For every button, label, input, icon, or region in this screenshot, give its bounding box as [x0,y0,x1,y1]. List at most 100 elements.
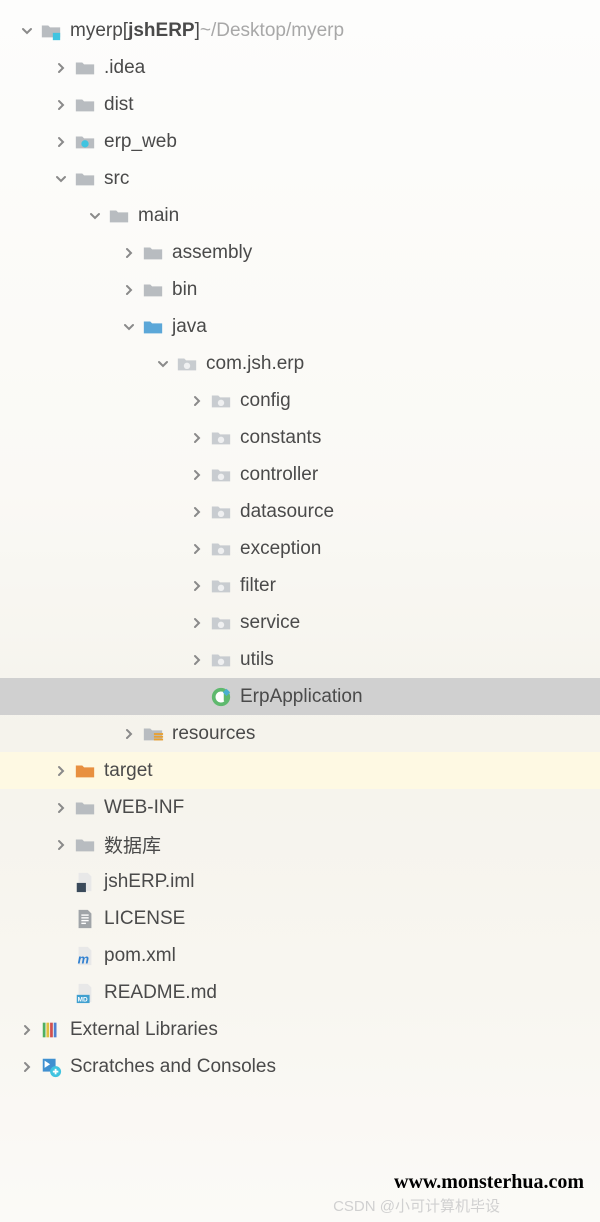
chevron-right-icon[interactable] [186,506,208,518]
tree-item-label: exception [240,538,321,560]
watermark-main: www.monsterhua.com [394,1171,584,1194]
tree-row[interactable]: WEB-INF [0,789,600,826]
svg-text:m: m [78,951,89,966]
tree-item-label: pom.xml [104,945,176,967]
tree-item-label: controller [240,464,318,486]
text-file-icon [72,908,98,930]
chevron-right-icon[interactable] [16,1061,38,1073]
iml-file-icon [72,871,98,893]
libraries-icon [38,1019,64,1041]
root-module-bracket: [jshERP] [123,20,200,42]
chevron-right-icon[interactable] [16,1024,38,1036]
chevron-right-icon[interactable] [50,839,72,851]
tree-row[interactable]: m pom.xml [0,937,600,974]
tree-row[interactable]: myerp [jshERP] ~/Desktop/myerp [0,12,600,49]
project-tree: myerp [jshERP] ~/Desktop/myerp.idea dist e… [0,0,600,1085]
tree-row[interactable]: MDREADME.md [0,974,600,1011]
tree-row[interactable]: 数据库 [0,826,600,863]
chevron-down-icon[interactable] [50,173,72,185]
tree-item-label: filter [240,575,276,597]
tree-row[interactable]: service [0,604,600,641]
tree-row[interactable]: target [0,752,600,789]
package-icon [208,538,234,560]
tree-row[interactable]: External Libraries [0,1011,600,1048]
package-icon [174,353,200,375]
package-icon [208,649,234,671]
folder-icon [72,57,98,79]
java-class-icon [208,686,234,708]
folder-source-icon [140,316,166,338]
chevron-right-icon[interactable] [118,284,140,296]
tree-row[interactable]: config [0,382,600,419]
tree-row[interactable]: ErpApplication [0,678,600,715]
tree-row[interactable]: erp_web [0,123,600,160]
chevron-right-icon[interactable] [186,432,208,444]
chevron-down-icon[interactable] [152,358,174,370]
tree-row[interactable]: filter [0,567,600,604]
tree-item-label: constants [240,427,321,449]
tree-item-label: LICENSE [104,908,185,930]
chevron-right-icon[interactable] [186,580,208,592]
tree-item-label: WEB-INF [104,797,184,819]
chevron-right-icon[interactable] [50,99,72,111]
tree-item-label: datasource [240,501,334,523]
tree-item-label: dist [104,94,134,116]
chevron-right-icon[interactable] [50,62,72,74]
chevron-right-icon[interactable] [118,247,140,259]
chevron-right-icon[interactable] [186,654,208,666]
tree-row[interactable]: main [0,197,600,234]
tree-row[interactable]: dist [0,86,600,123]
tree-row[interactable]: jshERP.iml [0,863,600,900]
package-icon [208,575,234,597]
chevron-right-icon[interactable] [186,543,208,555]
chevron-right-icon[interactable] [50,136,72,148]
package-icon [208,501,234,523]
package-icon [208,464,234,486]
tree-row[interactable]: datasource [0,493,600,530]
tree-row[interactable]: LICENSE [0,900,600,937]
tree-row[interactable]: assembly [0,234,600,271]
folder-icon [72,834,98,856]
tree-item-label: target [104,760,153,782]
folder-icon [72,168,98,190]
chevron-right-icon[interactable] [186,395,208,407]
chevron-right-icon[interactable] [50,802,72,814]
maven-file-icon: m [72,945,98,967]
folder-icon [106,205,132,227]
tree-row[interactable]: constants [0,419,600,456]
tree-item-label: jshERP.iml [104,871,194,893]
folder-icon [140,242,166,264]
chevron-right-icon[interactable] [118,728,140,740]
chevron-down-icon[interactable] [16,25,38,37]
tree-row[interactable]: .idea [0,49,600,86]
tree-row[interactable]: java [0,308,600,345]
root-project-name: myerp [70,20,123,42]
folder-icon [72,797,98,819]
tree-row[interactable]: exception [0,530,600,567]
tree-row[interactable]: resources [0,715,600,752]
chevron-right-icon[interactable] [186,617,208,629]
folder-icon [72,94,98,116]
tree-row[interactable]: com.jsh.erp [0,345,600,382]
tree-row[interactable]: src [0,160,600,197]
tree-row[interactable]: utils [0,641,600,678]
tree-item-label: Scratches and Consoles [70,1056,276,1078]
tree-item-label: 数据库 [104,831,161,858]
chevron-right-icon[interactable] [186,469,208,481]
tree-item-label: com.jsh.erp [206,353,304,375]
chevron-right-icon[interactable] [50,765,72,777]
tree-item-label: assembly [172,242,252,264]
package-icon [208,390,234,412]
folder-dot-icon [72,131,98,153]
tree-row[interactable]: Scratches and Consoles [0,1048,600,1085]
tree-item-label: External Libraries [70,1019,218,1041]
tree-row[interactable]: controller [0,456,600,493]
tree-item-label: src [104,168,129,190]
tree-row[interactable]: bin [0,271,600,308]
chevron-down-icon[interactable] [84,210,106,222]
tree-item-label: ErpApplication [240,686,363,708]
folder-orange-icon [72,760,98,782]
tree-item-label: README.md [104,982,217,1004]
chevron-down-icon[interactable] [118,321,140,333]
tree-item-label: bin [172,279,197,301]
